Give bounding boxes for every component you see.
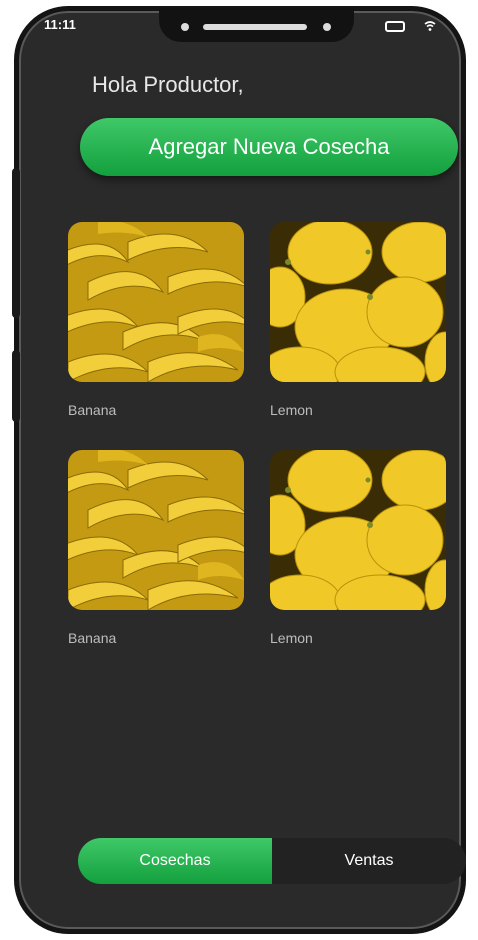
speaker-grille — [203, 24, 307, 30]
camera-icon — [181, 23, 189, 31]
greeting-text: Hola Productor, — [92, 72, 244, 97]
banana-image — [68, 222, 244, 382]
tab-cosechas[interactable]: Cosechas — [78, 838, 272, 884]
crop-card[interactable]: Banana — [68, 222, 244, 418]
banana-image — [68, 450, 244, 610]
crop-name: Lemon — [270, 402, 313, 418]
crop-card[interactable]: Lemon — [270, 450, 446, 646]
volume-button — [12, 168, 20, 318]
add-harvest-button[interactable]: Agregar Nueva Cosecha — [80, 118, 458, 176]
crop-card[interactable]: Banana — [68, 450, 244, 646]
crop-card[interactable]: Lemon — [270, 222, 446, 418]
bottom-tab-bar: Cosechas Ventas — [78, 838, 466, 884]
wifi-icon — [424, 20, 436, 35]
lemon-image — [270, 222, 446, 382]
crop-name: Banana — [68, 402, 117, 418]
tab-ventas[interactable]: Ventas — [272, 838, 466, 884]
power-button — [12, 350, 20, 422]
battery-icon — [385, 21, 405, 32]
crop-name: Banana — [68, 630, 117, 646]
status-time: 11:11 — [44, 17, 76, 32]
notch — [159, 8, 354, 42]
lemon-image — [270, 450, 446, 610]
crop-name: Lemon — [270, 630, 313, 646]
sensor-icon — [323, 23, 331, 31]
